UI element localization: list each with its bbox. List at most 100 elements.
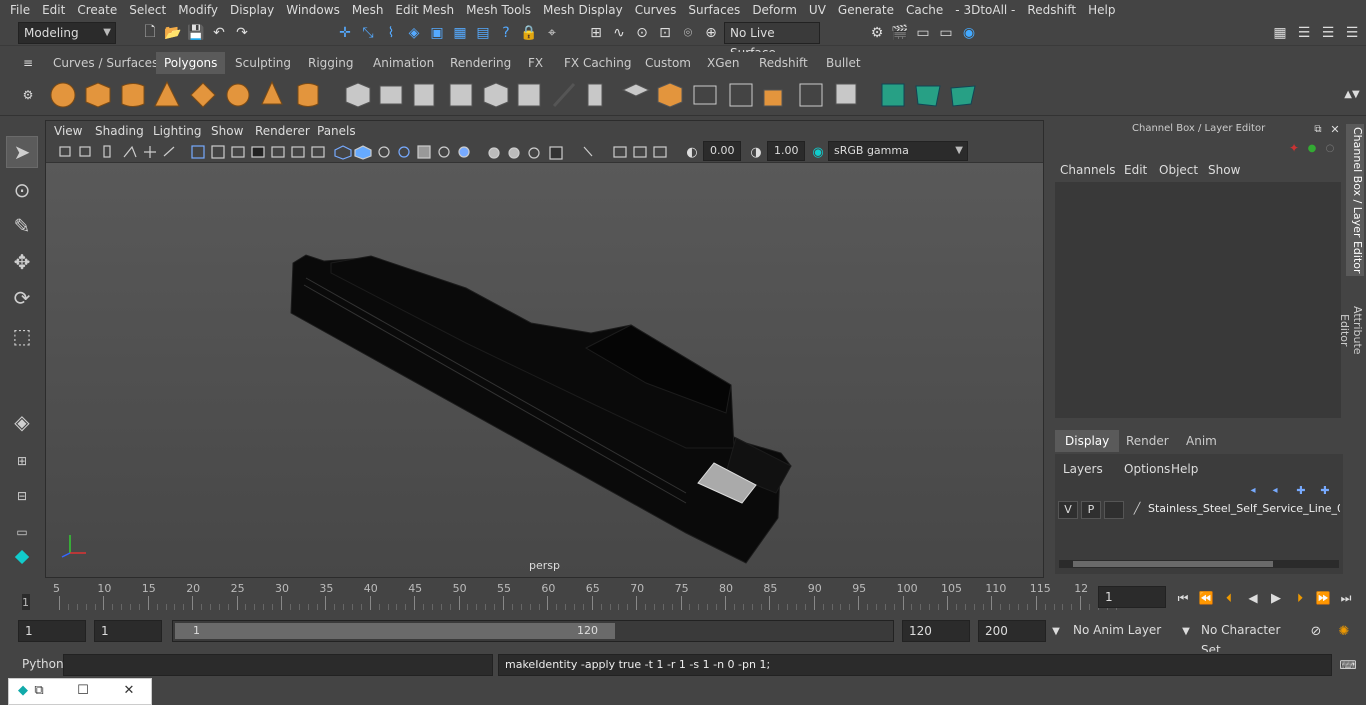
lasso-tool-icon[interactable]: ⊙ <box>6 174 38 206</box>
workspace-icon[interactable]: ▦ <box>1270 23 1290 43</box>
tab-rendering[interactable]: Rendering <box>442 52 519 74</box>
uv-mode-icon[interactable]: ▤ <box>473 23 493 43</box>
save-scene-icon[interactable]: 💾 <box>186 23 206 43</box>
select-tool-icon[interactable]: ➤ <box>6 136 38 168</box>
viewport-menu-panels[interactable]: Panels <box>317 124 356 138</box>
tab-fx[interactable]: FX <box>520 52 551 74</box>
current-frame-field[interactable]: 1 <box>1098 586 1166 608</box>
play-forward-icon[interactable]: ▶ <box>1266 588 1286 608</box>
menu-file[interactable]: File <box>4 3 36 17</box>
menu-cache[interactable]: Cache <box>900 3 949 17</box>
attribute-toggle-icon[interactable]: ☰ <box>1318 23 1338 43</box>
layer-scrollbar[interactable] <box>1059 560 1339 568</box>
tab-anim[interactable]: Anim <box>1176 430 1227 452</box>
layer-playback-toggle[interactable]: P <box>1081 501 1101 519</box>
select-by-object-icon[interactable]: ⤡ <box>358 23 378 43</box>
scene-canvas[interactable]: persp <box>46 163 1043 577</box>
menu-display[interactable]: Display <box>224 3 280 17</box>
hypershade-icon[interactable]: ◉ <box>959 23 979 43</box>
redo-icon[interactable]: ↷ <box>232 23 252 43</box>
options-menu[interactable]: Options <box>1124 462 1170 476</box>
outliner-toggle-icon[interactable]: ☰ <box>1294 23 1314 43</box>
tab-bullet[interactable]: Bullet <box>818 52 869 74</box>
move-layer-up-icon[interactable]: ◂ <box>1243 480 1263 500</box>
select-by-component-icon[interactable]: ⌇ <box>381 23 401 43</box>
open-scene-icon[interactable]: 📂 <box>163 23 183 43</box>
viewport-menu-renderer[interactable]: Renderer <box>255 124 310 138</box>
menu-mesh-display[interactable]: Mesh Display <box>537 3 629 17</box>
viewport-menu-shading[interactable]: Shading <box>95 124 144 138</box>
tab-xgen[interactable]: XGen <box>699 52 748 74</box>
character-set-dropdown[interactable]: No Character Set <box>1196 620 1296 657</box>
lock-icon[interactable]: 🔒 <box>519 23 539 43</box>
maximize-icon[interactable]: ☐ <box>73 683 93 701</box>
step-forward-key-icon[interactable]: ⏩ <box>1313 588 1333 608</box>
auto-key-icon[interactable]: ⊘ <box>1306 621 1326 641</box>
mode-dropdown[interactable]: Modeling ▼ <box>18 22 116 44</box>
render-view-icon[interactable]: ▭ <box>936 23 956 43</box>
snap-point-icon[interactable]: ⊙ <box>632 23 652 43</box>
make-live-icon[interactable]: ⊕ <box>701 23 721 43</box>
layer-visibility-toggle[interactable]: V <box>1058 501 1078 519</box>
scene-end-field[interactable]: 200 <box>978 620 1046 642</box>
close-icon[interactable]: ✕ <box>119 683 139 701</box>
lock-channel-icon[interactable]: ● <box>1302 138 1322 158</box>
close-icon[interactable]: ✕ <box>1328 119 1342 139</box>
object-menu[interactable]: Object <box>1159 163 1198 177</box>
tab-fx-caching[interactable]: FX Caching <box>556 52 639 74</box>
breakdown-icon[interactable]: ○ <box>1320 138 1340 158</box>
new-scene-icon[interactable]: 🗋 <box>140 23 160 43</box>
menu-curves[interactable]: Curves <box>629 3 683 17</box>
anim-layer-dropdown[interactable]: No Anim Layer <box>1068 620 1166 642</box>
help-menu[interactable]: Help <box>1171 462 1198 476</box>
color-management-icon[interactable]: ◉ <box>808 142 828 162</box>
edge-mode-icon[interactable]: ▣ <box>427 23 447 43</box>
command-language[interactable]: Python <box>22 657 64 671</box>
edit-menu[interactable]: Edit <box>1124 163 1147 177</box>
go-to-end-icon[interactable]: ⏭ <box>1336 588 1356 608</box>
layer-color-icon[interactable]: ╱ <box>1127 501 1147 519</box>
chevron-down-icon[interactable]: ▼ <box>1176 621 1196 641</box>
gear-icon[interactable]: ⚙ <box>18 85 38 105</box>
menu-mesh[interactable]: Mesh <box>346 3 390 17</box>
move-tool-icon[interactable]: ✥ <box>6 246 38 278</box>
menu-edit-mesh[interactable]: Edit Mesh <box>389 3 460 17</box>
menu-help[interactable]: Help <box>1082 3 1121 17</box>
gamma-icon[interactable]: ◑ <box>746 142 766 162</box>
menu-modify[interactable]: Modify <box>172 3 224 17</box>
shelf-menu-icon[interactable]: ≡ <box>18 53 38 73</box>
tab-display[interactable]: Display <box>1055 430 1120 452</box>
step-forward-frame-icon[interactable]: ⏵ <box>1290 588 1310 608</box>
tab-render[interactable]: Render <box>1116 430 1179 452</box>
snap-grid-icon[interactable]: ⊞ <box>586 23 606 43</box>
play-backward-icon[interactable]: ◀ <box>1243 588 1263 608</box>
channels-menu[interactable]: Channels <box>1060 163 1116 177</box>
viewport-menu-show[interactable]: Show <box>211 124 243 138</box>
layer-row[interactable]: V P ╱ Stainless_Steel_Self_Service_Line_… <box>1058 499 1340 521</box>
go-to-start-icon[interactable]: ⏮ <box>1173 588 1193 608</box>
scale-tool-icon[interactable]: ⬚ <box>6 320 38 352</box>
exposure-icon[interactable]: ◐ <box>682 142 702 162</box>
magnet-icon[interactable]: ⌖ <box>542 23 562 43</box>
anim-prefs-icon[interactable]: ✺ <box>1334 621 1354 641</box>
exposure-field[interactable]: 0.00 <box>703 141 741 161</box>
chevron-down-icon[interactable]: ▼ <box>1046 621 1066 641</box>
command-input[interactable] <box>63 654 493 676</box>
select-by-hierarchy-icon[interactable]: ✛ <box>335 23 355 43</box>
menu-generate[interactable]: Generate <box>832 3 900 17</box>
tab-redshift[interactable]: Redshift <box>751 52 816 74</box>
tab-channel-box-layer-editor[interactable]: Channel Box / Layer Editor <box>1346 124 1364 276</box>
show-menu[interactable]: Show <box>1208 163 1240 177</box>
scene-start-field[interactable]: 1 <box>18 620 86 642</box>
time-slider[interactable]: 1 5 10 15 20 25 30 35 40 45 50 55 60 65 70 75 80 85 90 95 1… <box>18 580 1117 612</box>
undo-icon[interactable]: ↶ <box>209 23 229 43</box>
gamma-field[interactable]: 1.00 <box>767 141 805 161</box>
menu-surfaces[interactable]: Surfaces <box>682 3 746 17</box>
menu-deform[interactable]: Deform <box>746 3 803 17</box>
menu-3dtoall[interactable]: - 3DtoAll - <box>949 3 1021 17</box>
new-layer-selected-icon[interactable]: ✚ <box>1315 480 1335 500</box>
menu-mesh-tools[interactable]: Mesh Tools <box>460 3 537 17</box>
render-frame-icon[interactable]: 🎬 <box>890 23 910 43</box>
script-editor-icon[interactable]: ⌨ <box>1338 655 1358 675</box>
layers-menu[interactable]: Layers <box>1063 462 1103 476</box>
